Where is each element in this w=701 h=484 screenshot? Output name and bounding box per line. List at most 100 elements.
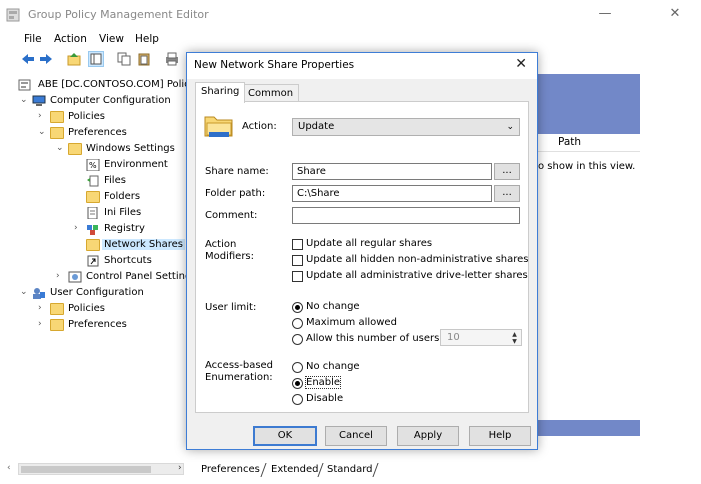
chevron-right-icon[interactable]: › <box>38 319 48 329</box>
paste-icon[interactable] <box>136 51 152 67</box>
network-share-icon <box>86 239 100 251</box>
tree-label: Policies <box>68 303 105 314</box>
abe-enable-label[interactable]: Enable <box>304 376 342 389</box>
forward-icon[interactable] <box>38 51 54 67</box>
app-icon <box>6 8 20 22</box>
abe-disable-radio[interactable] <box>292 394 303 405</box>
update-hidden-shares-label[interactable]: Update all hidden non-administrative sha… <box>306 254 529 265</box>
chevron-down-icon[interactable]: ⌄ <box>20 287 30 297</box>
close-icon[interactable]: ✕ <box>515 56 527 72</box>
tab-divider <box>372 463 379 477</box>
action-select[interactable]: Update ⌄ <box>292 118 520 136</box>
tree-label: User Configuration <box>50 287 144 298</box>
close-window-button[interactable]: ✕ <box>660 4 690 24</box>
chevron-down-icon[interactable]: ⌄ <box>56 143 66 153</box>
menu-action[interactable]: Action <box>54 33 87 45</box>
tree-label: Windows Settings <box>86 143 175 154</box>
user-limit-maximum-radio[interactable] <box>292 318 303 329</box>
action-modifiers-label-line1: Action <box>205 239 237 250</box>
details-header-band <box>538 74 640 134</box>
folder-icon <box>86 191 100 203</box>
folder-path-field[interactable]: C:\Share <box>292 185 492 202</box>
chevron-right-icon[interactable]: › <box>38 303 48 313</box>
update-admin-shares-checkbox[interactable] <box>292 271 303 282</box>
user-limit-no-change-radio[interactable] <box>292 302 303 313</box>
chevron-right-icon[interactable]: › <box>74 223 84 233</box>
action-label: Action: <box>242 121 277 132</box>
chevron-down-icon[interactable]: ⌄ <box>38 127 48 137</box>
chevron-right-icon[interactable]: › <box>38 111 48 121</box>
tree-label: Registry <box>104 223 145 234</box>
folder-path-value: C:\Share <box>297 188 340 199</box>
user-limit-label: User limit: <box>205 302 257 313</box>
scroll-left-icon[interactable]: ‹ <box>7 463 11 473</box>
dialog-titlebar: New Network Share Properties ✕ <box>187 53 537 79</box>
update-admin-shares-label[interactable]: Update all administrative drive-letter s… <box>306 270 528 281</box>
folder-icon <box>50 127 64 139</box>
menu-help[interactable]: Help <box>135 33 159 45</box>
control-panel-icon <box>68 271 82 283</box>
update-regular-shares-label[interactable]: Update all regular shares <box>306 238 432 249</box>
tab-standard[interactable]: Standard <box>327 464 373 475</box>
window-title: Group Policy Management Editor <box>28 8 209 21</box>
help-button[interactable]: Help <box>469 426 531 446</box>
apply-button[interactable]: Apply <box>397 426 459 446</box>
browse-folder-button[interactable]: ... <box>494 185 520 202</box>
back-icon[interactable] <box>20 51 36 67</box>
user-limit-number-label[interactable]: Allow this number of users: <box>306 333 443 344</box>
show-hide-tree-icon[interactable] <box>88 51 104 67</box>
spin-down-icon[interactable]: ▼ <box>509 338 520 345</box>
console-tree: ABE [DC.CONTOSO.COM] Polic ⌄ Computer Co… <box>0 74 190 464</box>
print-icon[interactable] <box>164 51 180 67</box>
chevron-right-icon[interactable]: › <box>56 271 66 281</box>
tab-extended[interactable]: Extended <box>271 464 319 475</box>
tree-label: Policies <box>68 111 105 122</box>
ini-file-icon <box>87 207 98 219</box>
user-limit-number-radio[interactable] <box>292 334 303 345</box>
menu-view[interactable]: View <box>99 33 124 45</box>
tab-sharing[interactable]: Sharing <box>195 82 246 103</box>
tree-horizontal-scrollbar[interactable]: ‹ <box>7 463 184 475</box>
details-footer-band <box>538 420 640 436</box>
tree-label: Folders <box>104 191 141 202</box>
user-count-value: 10 <box>447 332 460 343</box>
abe-no-change-label[interactable]: No change <box>306 361 360 372</box>
chevron-down-icon: ⌄ <box>506 122 514 132</box>
tree-label: Environment <box>104 159 168 170</box>
menu-file[interactable]: File <box>24 33 42 45</box>
browse-share-button[interactable]: ... <box>494 163 520 180</box>
ok-button[interactable]: OK <box>253 426 317 446</box>
scroll-right-icon[interactable]: › <box>178 463 182 473</box>
column-header-path[interactable]: Path <box>538 134 640 152</box>
abe-disable-label[interactable]: Disable <box>306 393 343 404</box>
share-name-label: Share name: <box>205 166 269 177</box>
share-name-field[interactable]: Share <box>292 163 492 180</box>
user-limit-no-change-label[interactable]: No change <box>306 301 360 312</box>
network-share-folder-icon <box>204 116 233 137</box>
action-modifiers-label-line2: Modifiers: <box>205 251 255 262</box>
scrollbar-thumb[interactable] <box>21 466 151 473</box>
dialog-title: New Network Share Properties <box>194 59 355 71</box>
share-name-value: Share <box>297 166 326 177</box>
abe-no-change-radio[interactable] <box>292 362 303 373</box>
spin-up-icon[interactable]: ▲ <box>509 331 520 338</box>
tree-root-label: ABE [DC.CONTOSO.COM] Polic <box>38 79 190 90</box>
chevron-down-icon[interactable]: ⌄ <box>20 95 30 105</box>
up-icon[interactable] <box>66 51 82 67</box>
cancel-button[interactable]: Cancel <box>325 426 387 446</box>
tab-divider <box>260 463 267 477</box>
abe-enable-radio[interactable] <box>292 378 303 389</box>
minimize-button[interactable]: — <box>590 4 620 24</box>
tree-label: Files <box>104 175 126 186</box>
gpo-icon <box>18 79 31 91</box>
user-icon <box>33 288 45 299</box>
user-count-spinner[interactable]: 10 ▲ ▼ <box>440 329 522 346</box>
action-select-value: Update <box>298 121 335 132</box>
comment-field[interactable] <box>292 207 520 224</box>
update-hidden-shares-checkbox[interactable] <box>292 255 303 266</box>
tab-common[interactable]: Common <box>242 84 300 102</box>
copy-icon[interactable] <box>116 51 132 67</box>
user-limit-maximum-label[interactable]: Maximum allowed <box>306 317 397 328</box>
update-regular-shares-checkbox[interactable] <box>292 239 303 250</box>
tab-preferences[interactable]: Preferences <box>201 464 260 475</box>
